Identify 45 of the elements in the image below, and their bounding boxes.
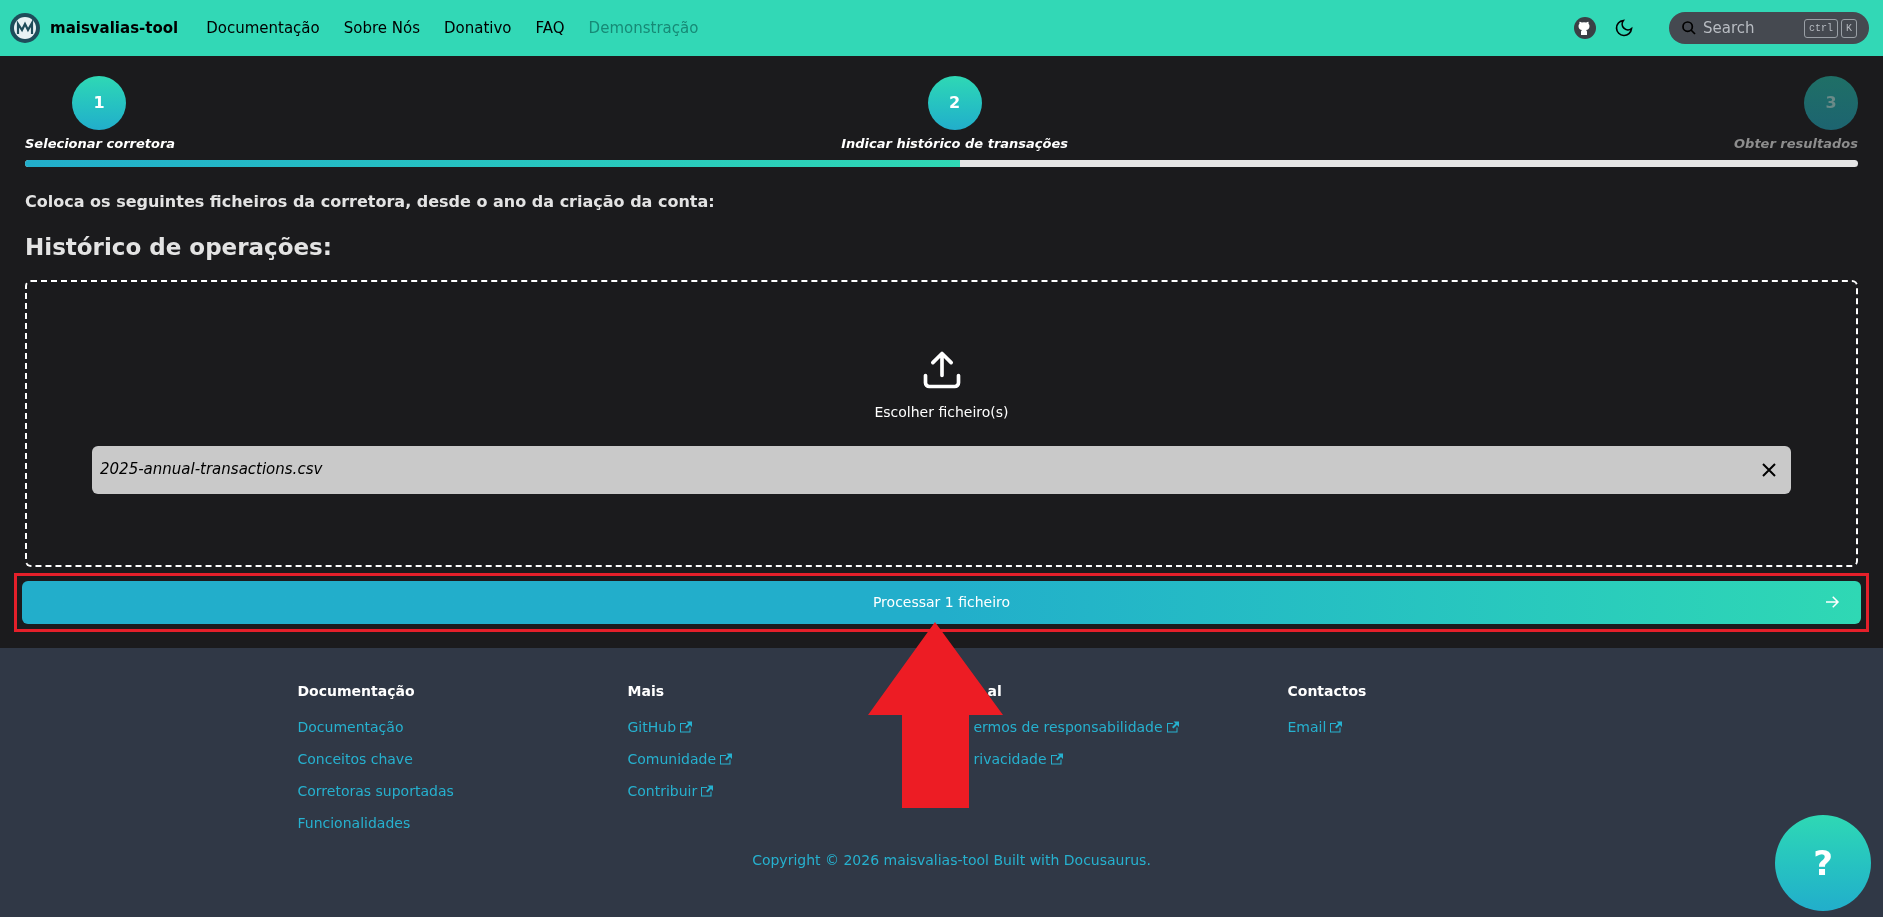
- search-button[interactable]: Search ctrl K: [1669, 12, 1869, 44]
- intro-text: Coloca os seguintes ficheiros da corretora, desde o ano da criação da conta:: [25, 191, 716, 213]
- logo-icon: [9, 12, 41, 44]
- external-link-icon: [701, 785, 714, 797]
- footer-link[interactable]: Email: [1287, 718, 1343, 736]
- arrow-right-icon: [1823, 593, 1841, 611]
- file-name: 2025-annual-transactions.csv: [100, 459, 324, 481]
- footer-heading: al: [987, 682, 1002, 701]
- external-link-icon: [1166, 721, 1179, 733]
- process-button[interactable]: Processar 1 ficheiro: [22, 580, 1861, 624]
- search-placeholder: Search: [1703, 17, 1756, 39]
- section-title: Histórico de operações:: [25, 233, 333, 262]
- nav-link[interactable]: Documentação: [206, 16, 320, 40]
- footer-link[interactable]: Conceitos chave: [297, 750, 413, 768]
- footer-link[interactable]: Corretoras suportadas: [297, 782, 454, 800]
- footer-link[interactable]: Documentação: [297, 718, 404, 736]
- footer-link[interactable]: Comunidade: [627, 750, 733, 768]
- external-link-icon: [1050, 753, 1063, 765]
- footer-link[interactable]: Contribuir: [627, 782, 714, 800]
- external-link-icon: [680, 721, 692, 733]
- close-icon[interactable]: [1761, 461, 1777, 478]
- file-dropzone[interactable]: Escolher ficheiro(s) 2025-annual-transactions.csv: [25, 279, 1858, 567]
- shortcut-key: K: [1841, 18, 1857, 38]
- footer-heading: Contactos: [1287, 682, 1367, 701]
- shortcut-key: ctrl: [1803, 18, 1838, 38]
- copyright-text: Copyright © 2026 maisvalias-tool Built with Docusaurus.: [752, 851, 1151, 870]
- nav-link[interactable]: Sobre Nós: [343, 16, 420, 40]
- nav-link[interactable]: Donativo: [444, 16, 512, 40]
- nav-link[interactable]: FAQ: [535, 16, 565, 40]
- footer-heading: Documentação: [297, 682, 415, 701]
- footer-heading: Mais: [627, 682, 664, 701]
- external-link-icon: [1330, 721, 1343, 733]
- brand-name[interactable]: maisvalias-tool: [50, 16, 179, 40]
- step-label: Selecionar corretora: [25, 135, 176, 153]
- footer-link[interactable]: GitHub: [627, 718, 692, 736]
- search-icon: [1681, 20, 1697, 36]
- moon-icon[interactable]: [1614, 18, 1634, 38]
- step-label: Obter resultados: [1734, 135, 1858, 153]
- choose-files-label: Escolher ficheiro(s): [874, 402, 1009, 422]
- footer-link[interactable]: rivacidade: [973, 750, 1063, 768]
- step-label: Indicar histórico de transações: [841, 135, 1069, 153]
- footer-link[interactable]: ermos de responsabilidade: [973, 718, 1179, 736]
- footer-link[interactable]: Funcionalidades: [297, 814, 411, 832]
- github-icon[interactable]: [1573, 16, 1597, 40]
- external-link-icon: [720, 753, 733, 765]
